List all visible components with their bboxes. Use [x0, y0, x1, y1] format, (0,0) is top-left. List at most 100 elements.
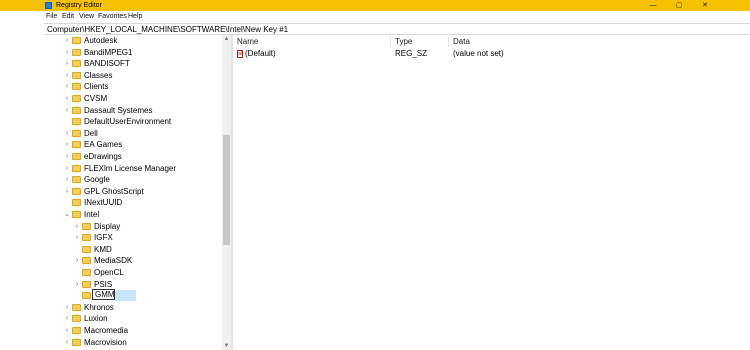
- tree-item-mediasdk[interactable]: › MediaSDK: [44, 255, 231, 266]
- scroll-down-icon[interactable]: ▼: [222, 342, 231, 350]
- chevron-right-icon[interactable]: ›: [64, 174, 70, 185]
- chevron-right-icon[interactable]: ›: [64, 139, 70, 150]
- registry-tree[interactable]: › Autodesk › BandiMPEG1 › BANDISOFT › Classes › C…: [44, 35, 231, 350]
- chevron-right-icon[interactable]: ›: [64, 35, 70, 46]
- chevron-right-icon[interactable]: ›: [64, 302, 70, 313]
- tree-item-label: IGFX: [94, 233, 113, 243]
- tree-item-bandimpeg1[interactable]: › BandiMPEG1: [44, 47, 231, 58]
- folder-icon: [82, 222, 91, 230]
- column-divider[interactable]: [390, 36, 391, 47]
- value-name: (Default): [245, 49, 276, 58]
- tree-item-macrovision[interactable]: › Macrovision: [44, 337, 231, 348]
- chevron-right-icon[interactable]: ›: [64, 313, 70, 324]
- tree-item-macromedia[interactable]: › Macromedia: [44, 325, 231, 336]
- column-header-name[interactable]: Name: [237, 37, 258, 47]
- menu-edit[interactable]: Edit: [62, 12, 74, 21]
- tree-item-label: Macrovision: [84, 337, 127, 347]
- values-list[interactable]: Name Type Data ab (Default) REG_SZ (valu…: [233, 35, 750, 350]
- chevron-right-icon[interactable]: ›: [74, 221, 80, 232]
- folder-icon: [72, 327, 81, 334]
- folder-icon: [82, 257, 91, 265]
- tree-item-flexlm-license-manager[interactable]: › FLEXlm License Manager: [44, 163, 231, 174]
- scroll-up-icon[interactable]: ▲: [222, 35, 231, 43]
- chevron-right-icon[interactable]: ›: [64, 325, 70, 336]
- tree-scrollbar[interactable]: ▲ ▼: [222, 35, 231, 350]
- column-header-type[interactable]: Type: [395, 37, 412, 47]
- tree-item-label: Display: [94, 221, 121, 231]
- folder-icon: [72, 199, 81, 207]
- tree-item-cvsm[interactable]: › CVSM: [44, 93, 231, 104]
- tree-item-label: Macromedia: [84, 326, 129, 335]
- tree-item-label: GPL GhostScript: [84, 186, 144, 196]
- value-type: REG_SZ: [395, 49, 428, 58]
- chevron-right-icon[interactable]: ›: [64, 58, 70, 69]
- chevron-right-icon[interactable]: ›: [64, 70, 70, 81]
- address-bar[interactable]: Computer\HKEY_LOCAL_MACHINE\SOFTWARE\Int…: [44, 23, 750, 35]
- chevron-right-icon[interactable]: ›: [64, 128, 70, 139]
- tree-item-label: OpenCL: [94, 268, 124, 277]
- tree-item-inextuuid[interactable]: INextUUID: [44, 197, 231, 208]
- chevron-right-icon[interactable]: ›: [64, 47, 70, 58]
- registry-editor-icon: [45, 2, 52, 9]
- folder-icon: [72, 95, 81, 102]
- chevron-right-icon[interactable]: ›: [64, 151, 70, 162]
- chevron-right-icon[interactable]: ›: [64, 186, 70, 197]
- tree-item-opencl[interactable]: OpenCL: [44, 267, 231, 278]
- tree-item-igfx[interactable]: › IGFX: [44, 232, 231, 243]
- value-data: (value not set): [453, 49, 504, 58]
- tree-item-autodesk[interactable]: › Autodesk: [44, 35, 231, 46]
- tree-item-ea-games[interactable]: › EA Games: [44, 139, 231, 150]
- tree-item-clients[interactable]: › Clients: [44, 81, 231, 92]
- tree-item-label: Dassault Systemes: [84, 105, 153, 115]
- menu-favorites[interactable]: Favorites: [98, 12, 127, 21]
- chevron-right-icon[interactable]: ›: [64, 93, 70, 104]
- menu-view[interactable]: View: [79, 12, 94, 21]
- chevron-right-icon[interactable]: ›: [64, 163, 70, 174]
- maximize-button[interactable]: ▢: [666, 0, 692, 11]
- tree-item-label: MediaSDK: [94, 256, 133, 266]
- title-bar: Registry Editor — ▢ ✕: [0, 0, 750, 11]
- tree-item-edrawings[interactable]: › eDrawings: [44, 151, 231, 162]
- tree-item-display[interactable]: › Display: [44, 221, 231, 232]
- minimize-button[interactable]: —: [640, 0, 666, 11]
- column-divider[interactable]: [448, 36, 449, 47]
- tree-item-psis[interactable]: › PSIS: [44, 279, 231, 290]
- tree-item-gpl-ghostscript[interactable]: › GPL GhostScript: [44, 186, 231, 197]
- tree-item-luxion[interactable]: › Luxion: [44, 313, 231, 324]
- tree-item-khronos[interactable]: › Khronos: [44, 302, 231, 313]
- tree-item-google[interactable]: › Google: [44, 174, 231, 185]
- window-title: Registry Editor: [56, 2, 102, 9]
- folder-icon: [72, 153, 81, 160]
- chevron-right-icon[interactable]: ›: [74, 232, 80, 243]
- rename-key-input[interactable]: GMM: [92, 289, 115, 301]
- address-path[interactable]: Computer\HKEY_LOCAL_MACHINE\SOFTWARE\Int…: [47, 25, 288, 35]
- scrollbar-thumb[interactable]: [223, 135, 230, 245]
- tree-item-gmm[interactable]: GMM: [44, 289, 231, 302]
- folder-icon: [72, 187, 81, 195]
- folder-icon: [72, 37, 81, 44]
- chevron-down-icon[interactable]: ⌄: [64, 209, 70, 220]
- tree-item-dell[interactable]: › Dell: [44, 128, 231, 139]
- menu-help[interactable]: Help: [128, 12, 142, 21]
- folder-icon: [72, 48, 81, 56]
- chevron-right-icon[interactable]: ›: [64, 337, 70, 348]
- tree-item-bandisoft[interactable]: › BANDISOFT: [44, 58, 231, 69]
- chevron-right-icon[interactable]: ›: [74, 279, 80, 290]
- tree-item-label: INextUUID: [84, 198, 123, 208]
- tree-item-classes[interactable]: › Classes: [44, 70, 231, 81]
- close-button[interactable]: ✕: [692, 0, 718, 11]
- tree-item-label: KMD: [94, 244, 112, 254]
- chevron-right-icon[interactable]: ›: [64, 81, 70, 92]
- chevron-right-icon[interactable]: ›: [64, 105, 70, 116]
- tree-item-dassault-systemes[interactable]: › Dassault Systemes: [44, 105, 231, 116]
- menu-file[interactable]: File: [46, 12, 57, 21]
- tree-item-kmd[interactable]: KMD: [44, 244, 231, 255]
- chevron-right-icon[interactable]: ›: [74, 255, 80, 266]
- tree-item-label: Khronos: [84, 302, 114, 312]
- tree-item-label: Intel: [84, 210, 100, 219]
- tree-item-defaultuserenvironment[interactable]: DefaultUserEnvironment: [44, 116, 231, 127]
- column-header-data[interactable]: Data: [453, 37, 470, 47]
- folder-icon: [72, 176, 81, 184]
- folder-icon: [82, 269, 91, 276]
- tree-item-intel[interactable]: ⌄ Intel: [44, 209, 231, 220]
